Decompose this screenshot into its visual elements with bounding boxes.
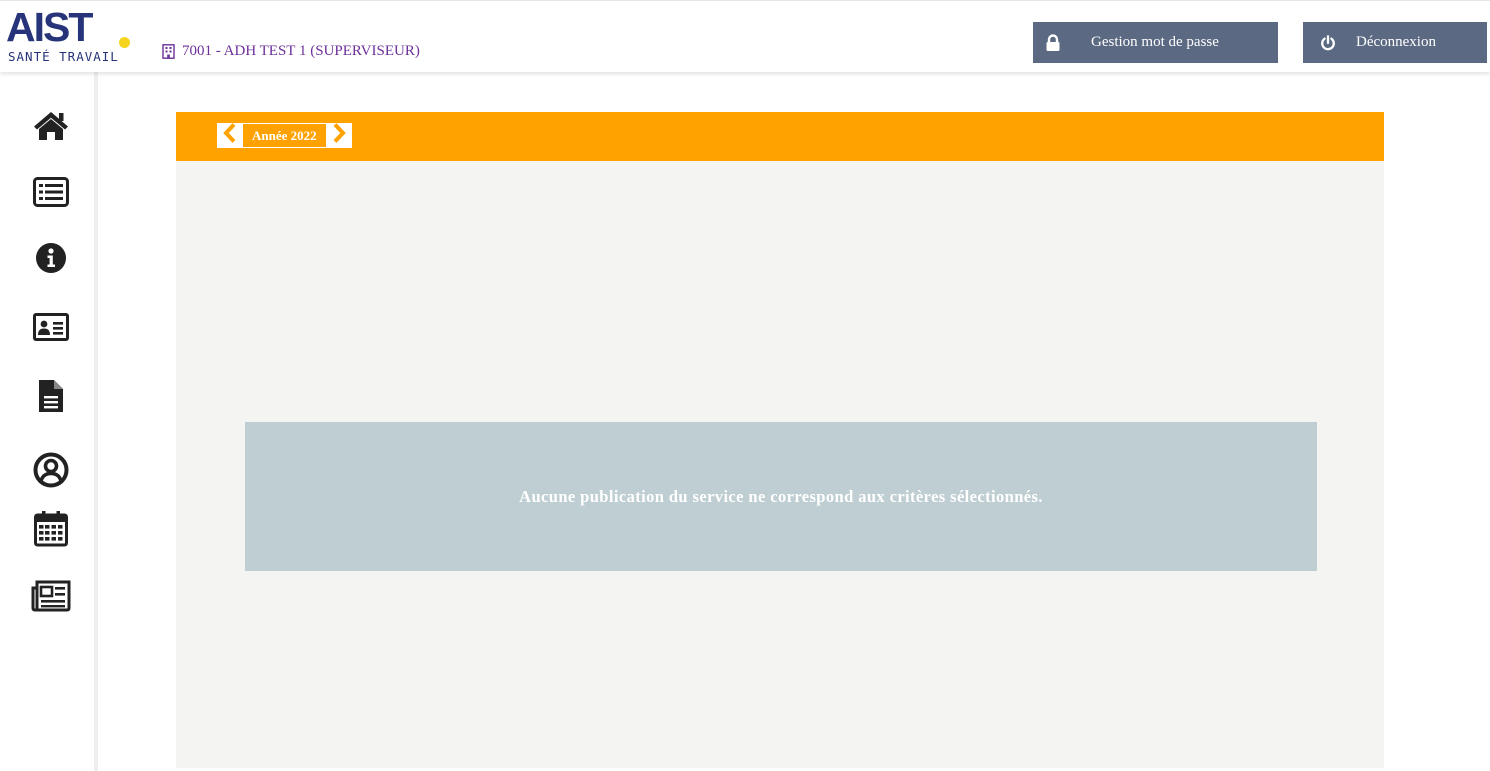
sidebar-item-home[interactable] [30, 104, 72, 146]
newspaper-icon [31, 580, 71, 612]
aist-logo[interactable]: AIST SANTÉ TRAVAIL [6, 4, 134, 67]
account-indicator: 7001 - ADH TEST 1 (SUPERVISEUR) [162, 41, 420, 61]
building-icon [162, 43, 175, 59]
logo-dot [119, 37, 130, 48]
selected-year: Année 2022 [242, 123, 327, 148]
chevron-left-icon [222, 123, 237, 148]
logout-button-label: Déconnexion [1356, 34, 1436, 50]
power-icon [1320, 34, 1336, 52]
sidebar-item-document[interactable] [30, 375, 72, 417]
calendar-icon [34, 511, 68, 547]
empty-state-message: Aucune publication du service ne corresp… [519, 486, 1043, 506]
previous-year-button[interactable] [217, 123, 242, 148]
sidebar-item-list[interactable] [30, 171, 72, 213]
id-card-icon [32, 312, 70, 342]
next-year-button[interactable] [326, 123, 352, 148]
sidebar-item-calendar[interactable] [30, 508, 72, 550]
document-icon [37, 379, 65, 413]
account-label: 7001 - ADH TEST 1 (SUPERVISEUR) [182, 42, 420, 59]
top-header: AIST SANTÉ TRAVAIL 7001 - ADH TEST 1 (SU… [0, 0, 1490, 72]
sidebar-nav [0, 72, 98, 771]
chevron-right-icon [332, 123, 346, 148]
year-navigator: Année 2022 [217, 123, 352, 148]
logout-button[interactable]: Déconnexion [1303, 22, 1487, 63]
publications-panel: Année 2022 Aucune publication du service… [176, 112, 1384, 768]
sidebar-item-user[interactable] [30, 449, 72, 491]
password-button-label: Gestion mot de passe [1091, 34, 1219, 50]
year-filter-bar: Année 2022 [176, 112, 1384, 161]
sidebar-item-news[interactable] [30, 575, 72, 617]
password-management-button[interactable]: Gestion mot de passe [1033, 22, 1278, 63]
logo-tagline: SANTÉ TRAVAIL [8, 49, 119, 64]
logo-wordmark: AIST [6, 4, 93, 50]
sidebar-item-info[interactable] [30, 237, 72, 279]
home-icon [32, 109, 70, 141]
info-icon [35, 242, 67, 274]
lock-icon [1045, 33, 1061, 52]
sidebar-item-id-card[interactable] [30, 306, 72, 348]
user-circle-icon [33, 452, 69, 488]
list-icon [33, 177, 69, 207]
empty-state-box: Aucune publication du service ne corresp… [245, 422, 1317, 571]
